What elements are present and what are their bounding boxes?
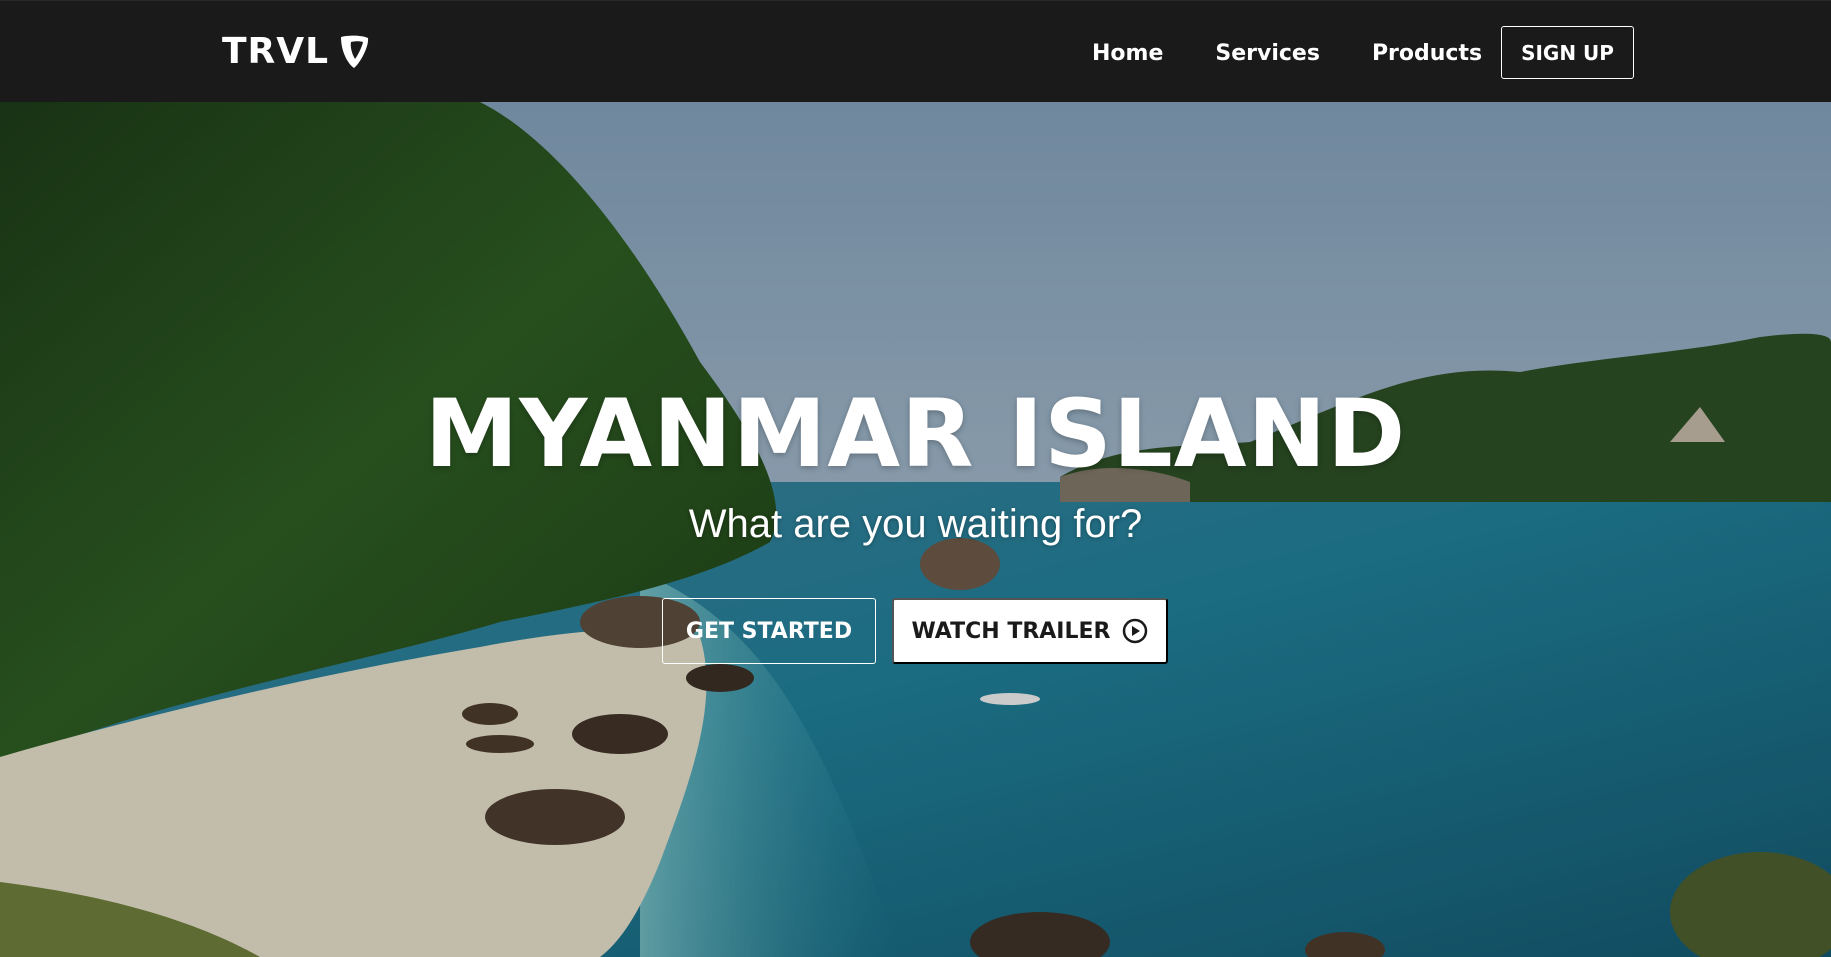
play-circle-icon [1123,618,1148,644]
typo3-icon [341,35,369,68]
navbar: TRVL Home Services Products SIGN UP [0,0,1831,102]
nav-link-home[interactable]: Home [1092,41,1163,66]
hero-section: MYANMAR ISLAND What are you waiting for?… [0,102,1831,957]
watch-trailer-label: WATCH TRAILER [911,618,1111,644]
logo-link[interactable]: TRVL [222,31,371,73]
nav-link-services[interactable]: Services [1215,41,1320,66]
hero-button-row: GET STARTED WATCH TRAILER [662,598,1168,664]
main-nav: Home Services Products [1092,35,1534,71]
logo-text: TRVL [222,31,330,72]
hero-subtitle: What are you waiting for? [688,502,1143,546]
sign-up-button[interactable]: SIGN UP [1501,26,1634,79]
nav-link-products[interactable]: Products [1372,41,1482,66]
hero-title: MYANMAR ISLAND [424,380,1407,489]
get-started-button[interactable]: GET STARTED [662,598,876,664]
watch-trailer-button[interactable]: WATCH TRAILER [892,598,1168,664]
